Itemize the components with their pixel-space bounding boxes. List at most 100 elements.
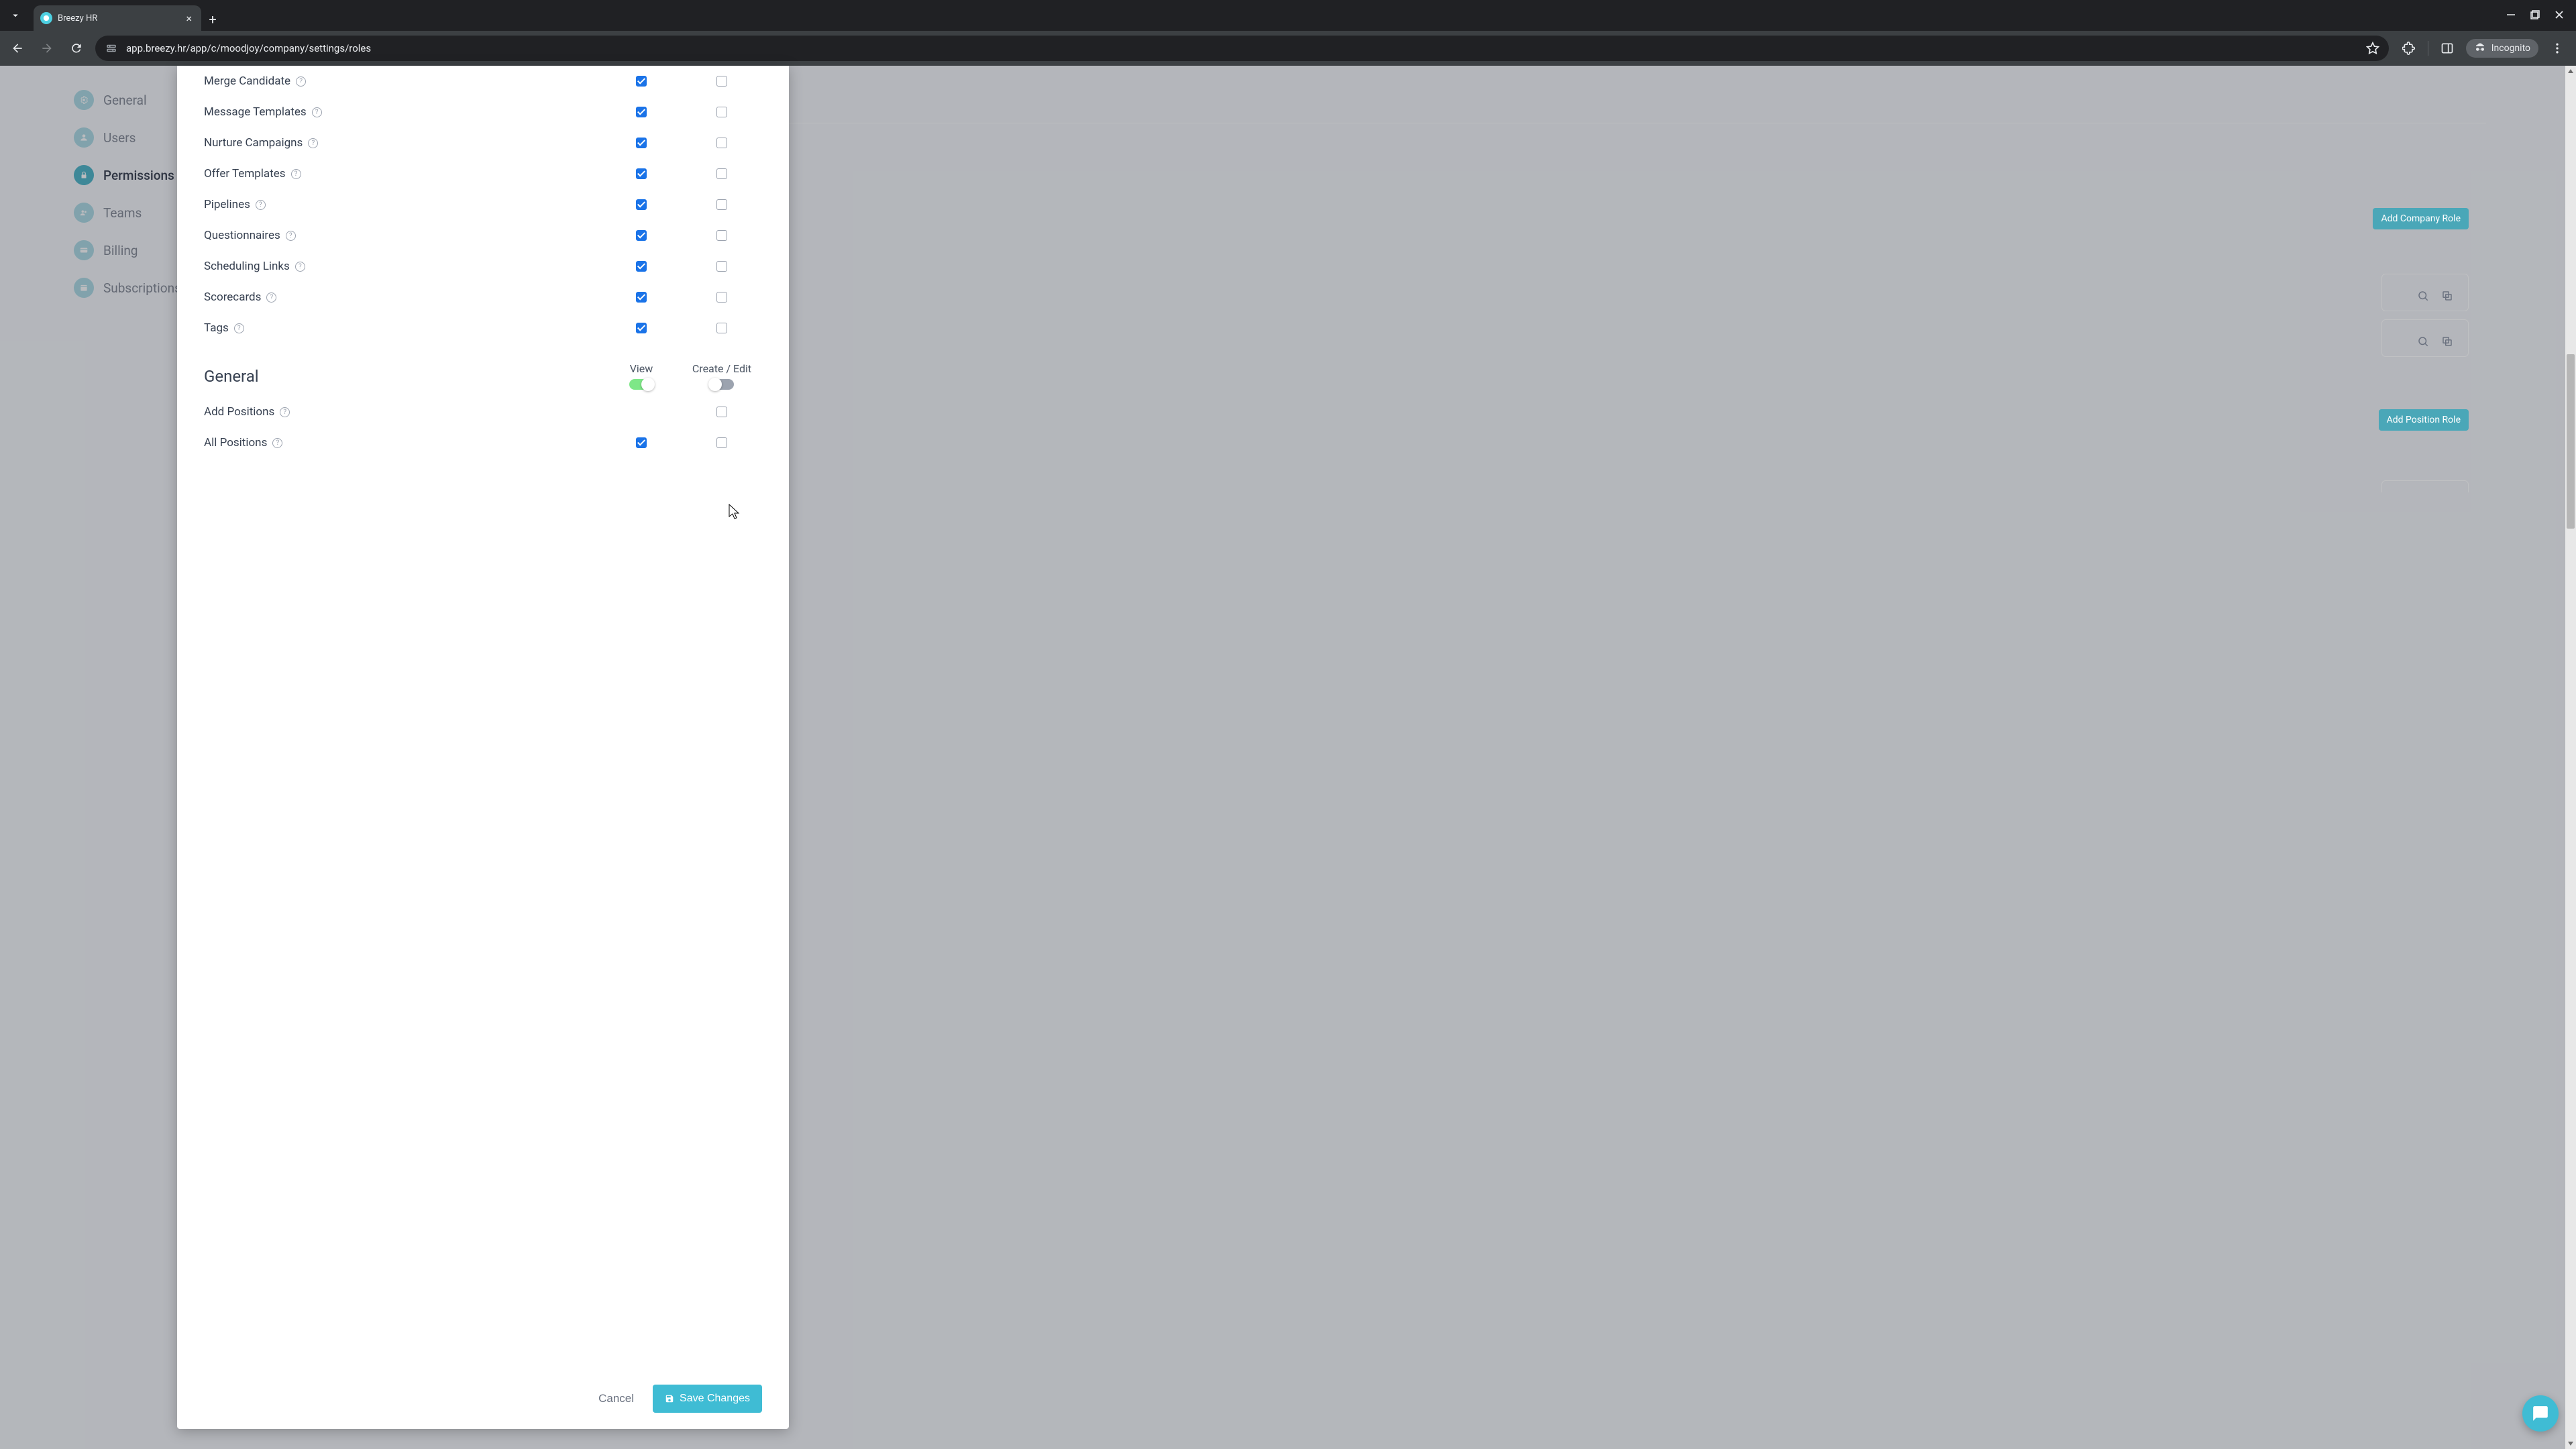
window-close-button[interactable]	[2555, 9, 2564, 22]
edit-checkbox[interactable]	[716, 138, 727, 148]
permission-label-text: Merge Candidate	[204, 74, 290, 88]
edit-checkbox[interactable]	[716, 437, 727, 448]
view-checkbox[interactable]	[636, 230, 647, 241]
help-icon[interactable]: ?	[256, 200, 266, 210]
view-checkbox[interactable]	[636, 323, 647, 333]
permission-label: All Positions?	[204, 436, 282, 449]
page-scrollbar-thumb[interactable]	[2567, 354, 2575, 529]
url-text: app.breezy.hr/app/c/moodjoy/company/sett…	[126, 42, 2358, 54]
nav-forward-button[interactable]	[36, 38, 58, 59]
save-changes-button[interactable]: Save Changes	[653, 1385, 762, 1413]
permission-row: Merge Candidate?	[204, 66, 762, 97]
permission-label: Message Templates?	[204, 105, 322, 119]
edit-checkbox[interactable]	[716, 76, 727, 87]
browser-tab-strip: Breezy HR × +	[0, 0, 2576, 31]
tab-title: Breezy HR	[58, 13, 178, 23]
nav-reload-button[interactable]	[66, 38, 87, 59]
bg-card-outline	[2381, 319, 2469, 357]
edit-checkbox[interactable]	[716, 407, 727, 417]
window-maximize-button[interactable]	[2530, 9, 2540, 22]
permission-label-text: Message Templates	[204, 105, 307, 119]
permission-row: Pipelines?	[204, 189, 762, 220]
permission-label-text: Nurture Campaigns	[204, 136, 303, 150]
edit-checkbox[interactable]	[716, 261, 727, 272]
permission-row: Offer Templates?	[204, 158, 762, 189]
help-icon[interactable]: ?	[280, 407, 290, 417]
permission-label: Pipelines?	[204, 198, 266, 211]
view-checkbox[interactable]	[636, 138, 647, 148]
incognito-indicator[interactable]: Incognito	[2466, 39, 2538, 58]
permission-row: Message Templates?	[204, 97, 762, 127]
window-minimize-button[interactable]	[2506, 9, 2516, 22]
cancel-button[interactable]: Cancel	[598, 1392, 634, 1405]
browser-tab[interactable]: Breezy HR ×	[34, 5, 201, 31]
view-checkbox[interactable]	[636, 261, 647, 272]
address-bar[interactable]: app.breezy.hr/app/c/moodjoy/company/sett…	[95, 36, 2389, 61]
permission-label: Tags?	[204, 321, 244, 335]
help-icon[interactable]: ?	[295, 262, 305, 272]
tab-close-button[interactable]: ×	[183, 11, 195, 26]
edit-checkbox[interactable]	[716, 323, 727, 333]
permission-label: Scheduling Links?	[204, 260, 305, 273]
help-icon[interactable]: ?	[312, 107, 322, 117]
edit-checkbox[interactable]	[716, 230, 727, 241]
help-icon[interactable]: ?	[296, 76, 306, 87]
browser-toolbar: app.breezy.hr/app/c/moodjoy/company/sett…	[0, 31, 2576, 66]
button-label: Add Position Role	[2387, 415, 2461, 425]
nav-back-button[interactable]	[7, 38, 28, 59]
view-checkbox[interactable]	[636, 168, 647, 179]
edit-checkbox[interactable]	[716, 292, 727, 303]
tab-favicon	[40, 12, 52, 24]
view-checkbox[interactable]	[636, 76, 647, 87]
button-label: Add Company Role	[2381, 213, 2461, 224]
new-tab-button[interactable]: +	[201, 8, 224, 31]
add-position-role-button[interactable]: Add Position Role	[2379, 409, 2469, 431]
chat-fab[interactable]	[2522, 1395, 2559, 1432]
help-icon[interactable]: ?	[286, 231, 296, 241]
view-checkbox[interactable]	[636, 292, 647, 303]
permission-label-text: Tags	[204, 321, 229, 335]
browser-menu-icon[interactable]	[2549, 40, 2565, 56]
permission-row: Tags?	[204, 313, 762, 343]
view-checkbox[interactable]	[636, 107, 647, 117]
permission-label-text: Offer Templates	[204, 167, 286, 180]
extensions-icon[interactable]	[2401, 40, 2417, 56]
bookmark-star-icon[interactable]	[2366, 42, 2379, 55]
permission-label-text: Scheduling Links	[204, 260, 290, 273]
help-icon[interactable]: ?	[272, 438, 282, 448]
help-icon[interactable]: ?	[291, 169, 301, 179]
edit-master-toggle[interactable]	[710, 379, 734, 390]
view-checkbox[interactable]	[636, 437, 647, 448]
help-icon[interactable]: ?	[266, 292, 276, 303]
column-header-view: View	[601, 362, 682, 375]
section-title-general: General	[204, 367, 259, 386]
scroll-down-button[interactable]	[2565, 1438, 2576, 1449]
permission-label: Offer Templates?	[204, 167, 301, 180]
help-icon[interactable]: ?	[234, 323, 244, 333]
permission-label: Scorecards?	[204, 290, 276, 304]
sidepanel-icon[interactable]	[2439, 40, 2455, 56]
scroll-up-button[interactable]	[2565, 66, 2576, 76]
permission-label-text: All Positions	[204, 436, 267, 449]
edit-checkbox[interactable]	[716, 199, 727, 210]
help-icon[interactable]: ?	[308, 138, 318, 148]
page-scrollbar-track[interactable]	[2565, 66, 2576, 1449]
column-header-edit: Create / Edit	[682, 362, 762, 375]
site-settings-icon[interactable]	[105, 42, 118, 55]
permission-label: Questionnaires?	[204, 229, 296, 242]
permission-row: Scheduling Links?	[204, 251, 762, 282]
view-checkbox[interactable]	[636, 199, 647, 210]
permission-row: Nurture Campaigns?	[204, 127, 762, 158]
chat-icon	[2532, 1405, 2549, 1422]
permission-label: Nurture Campaigns?	[204, 136, 318, 150]
permissions-modal: Merge Candidate?Message Templates?Nurtur…	[177, 66, 789, 1429]
button-label: Save Changes	[680, 1393, 750, 1405]
tab-search-button[interactable]	[0, 0, 31, 31]
edit-checkbox[interactable]	[716, 107, 727, 117]
button-label: Cancel	[598, 1392, 634, 1405]
view-master-toggle[interactable]	[629, 379, 653, 390]
permission-label-text: Add Positions	[204, 405, 274, 419]
edit-checkbox[interactable]	[716, 168, 727, 179]
add-company-role-button[interactable]: Add Company Role	[2373, 208, 2469, 229]
bg-card-outline	[2381, 480, 2469, 492]
